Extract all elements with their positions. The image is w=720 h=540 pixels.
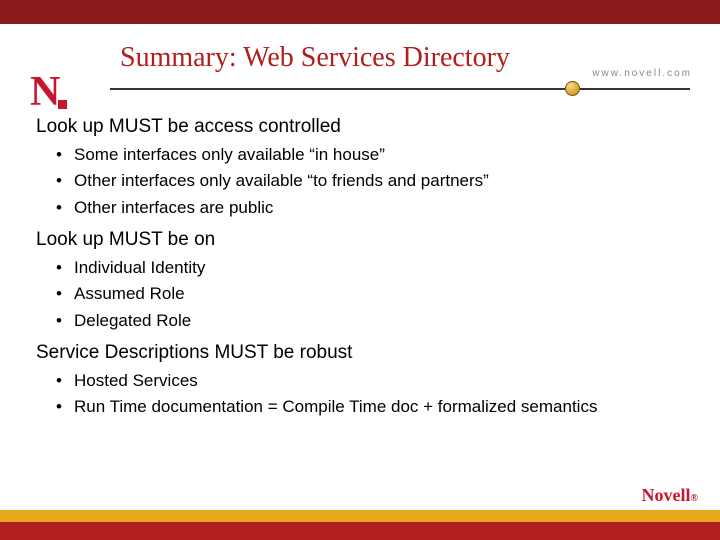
divider-ball-icon — [565, 81, 580, 96]
list-item: Run Time documentation = Compile Time do… — [74, 394, 684, 420]
list-item: Assumed Role — [74, 281, 684, 307]
title-divider — [110, 88, 690, 90]
logo-dot — [58, 100, 67, 109]
top-accent-bar — [0, 0, 720, 24]
footer-bar-yellow — [0, 510, 720, 522]
list-item: Hosted Services — [74, 368, 684, 394]
section-heading: Look up MUST be on — [36, 229, 684, 251]
list-item: Some interfaces only available “in house… — [74, 142, 684, 168]
list-item: Individual Identity — [74, 255, 684, 281]
list-item: Delegated Role — [74, 308, 684, 334]
section-heading: Service Descriptions MUST be robust — [36, 342, 684, 364]
list-item: Other interfaces only available “to frie… — [74, 168, 684, 194]
site-url: www.novell.com — [592, 68, 692, 79]
section-heading: Look up MUST be access controlled — [36, 116, 684, 138]
slide-body: Look up MUST be access controlled Some i… — [0, 90, 720, 421]
list-item: Other interfaces are public — [74, 195, 684, 221]
footer-accent — [0, 510, 720, 540]
novell-wordmark: Novell® — [642, 485, 698, 506]
footer-bar-red — [0, 522, 720, 540]
